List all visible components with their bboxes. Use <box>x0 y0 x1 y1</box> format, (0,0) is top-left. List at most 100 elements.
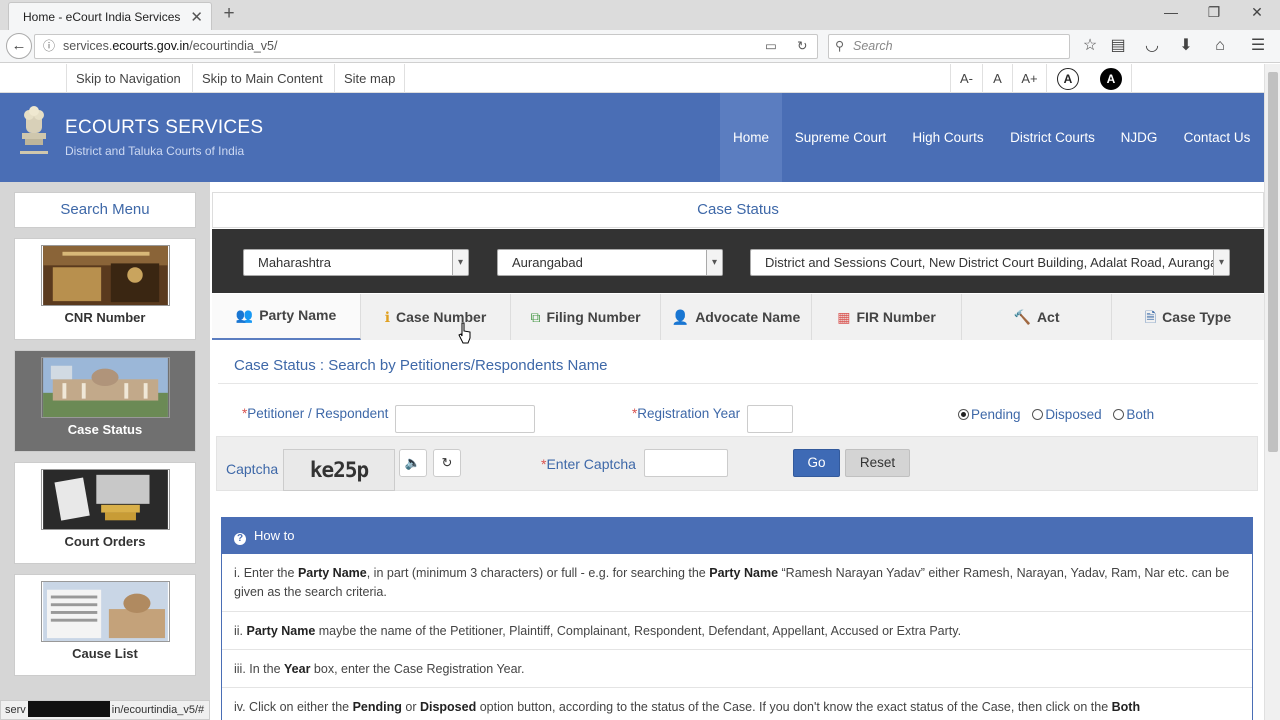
captcha-input[interactable] <box>644 449 728 477</box>
sidebar-item-cnr-number[interactable]: CNR Number <box>14 238 196 340</box>
step-text: maybe the name of the Petitioner, Plaint… <box>315 624 962 638</box>
sitemap-link[interactable]: Site map <box>334 64 406 93</box>
url-path: /ecourtindia_v5/ <box>189 39 278 53</box>
radio-disposed[interactable]: Disposed <box>1032 407 1102 422</box>
calendar-icon: ▦ <box>837 309 851 325</box>
state-select-value: Maharashtra <box>258 255 331 270</box>
how-to-header[interactable]: ? How to <box>222 518 1252 554</box>
status-overlay <box>27 701 110 717</box>
speaker-icon[interactable]: 🔈 <box>399 449 427 477</box>
case-status-image <box>41 357 170 418</box>
nav-njdg[interactable]: NJDG <box>1108 93 1170 182</box>
font-decrease-button[interactable]: A- <box>950 64 982 93</box>
tab-case-number[interactable]: ℹ Case Number <box>361 294 511 340</box>
document-icon: 🗎 <box>1144 309 1157 325</box>
minimize-icon[interactable]: — <box>1160 4 1182 24</box>
close-tab-icon[interactable]: ✕ <box>190 8 203 26</box>
step-emphasis: Year <box>284 662 311 676</box>
info-icon: ℹ <box>384 309 391 325</box>
registration-year-input[interactable] <box>747 405 793 433</box>
refresh-icon[interactable]: ↻ <box>433 449 461 477</box>
accessibility-bar: Skip to Navigation Skip to Main Content … <box>0 64 1264 93</box>
radio-button[interactable] <box>1113 409 1125 420</box>
district-select[interactable]: Aurangabad ▾ <box>497 249 723 276</box>
restore-icon[interactable]: ❐ <box>1203 4 1225 24</box>
radio-label: Pending <box>971 407 1021 422</box>
radio-button[interactable] <box>1032 409 1044 420</box>
court-complex-select[interactable]: District and Sessions Court, New Distric… <box>750 249 1230 276</box>
close-window-icon[interactable]: ✕ <box>1246 4 1268 24</box>
sidebar-item-label: Cause List <box>72 646 138 661</box>
browser-status-bar: serv in/ecourtindia_v5/# <box>0 700 210 720</box>
nav-district-courts[interactable]: District Courts <box>997 93 1108 182</box>
state-select[interactable]: Maharashtra ▾ <box>243 249 469 276</box>
info-icon[interactable]: ⓘ <box>43 35 55 58</box>
petitioner-input[interactable] <box>395 405 535 433</box>
divider <box>218 383 1258 384</box>
nav-high-courts[interactable]: High Courts <box>899 93 997 182</box>
home-icon[interactable]: ⌂ <box>1210 36 1230 56</box>
radio-pending[interactable]: Pending <box>958 407 1021 422</box>
high-contrast-button[interactable]: A <box>1100 68 1122 90</box>
skip-to-main-content-link[interactable]: Skip to Main Content <box>192 64 332 93</box>
sidebar-item-label: Court Orders <box>64 534 146 549</box>
skip-to-navigation-link[interactable]: Skip to Navigation <box>66 64 190 93</box>
how-to-step-3: iii. In the Year box, enter the Case Reg… <box>222 650 1252 688</box>
page-scrollbar[interactable] <box>1264 64 1280 720</box>
tab-label: Advocate Name <box>695 309 801 325</box>
tab-case-type[interactable]: 🗎 Case Type <box>1112 294 1264 340</box>
tab-filing-number[interactable]: ⧉ Filing Number <box>511 294 661 340</box>
tab-fir-number[interactable]: ▦ FIR Number <box>812 294 962 340</box>
back-arrow-icon[interactable]: ← <box>6 33 32 59</box>
nav-contact-us[interactable]: Contact Us <box>1170 93 1264 182</box>
chevron-down-icon: ▾ <box>706 250 722 275</box>
registration-year-label-text: Registration Year <box>637 406 741 421</box>
new-tab-button[interactable]: + <box>220 4 238 26</box>
reader-view-icon[interactable]: ▭ <box>765 35 777 58</box>
tab-act[interactable]: 🔨 Act <box>962 294 1112 340</box>
radio-both[interactable]: Both <box>1113 407 1154 422</box>
chevron-down-icon: ▾ <box>1213 250 1229 275</box>
reset-button[interactable]: Reset <box>845 449 910 477</box>
tab-label: FIR Number <box>856 309 936 325</box>
download-icon[interactable]: ⬇ <box>1176 36 1196 56</box>
reload-icon[interactable]: ↻ <box>797 35 807 58</box>
step-text: ii. <box>234 624 247 638</box>
search-subtitle: Case Status : Search by Petitioners/Resp… <box>234 357 608 374</box>
pocket-icon[interactable]: ◡ <box>1142 36 1162 56</box>
nav-home[interactable]: Home <box>720 93 782 182</box>
browser-search-box[interactable]: ⚲ Search <box>828 34 1070 59</box>
site-brand[interactable]: ECOURTS SERVICES <box>65 117 263 139</box>
browser-tab-title: Home - eCourt India Services <box>23 9 181 24</box>
district-select-value: Aurangabad <box>512 255 583 270</box>
tab-party-name[interactable]: 👥 Party Name <box>212 294 361 340</box>
step-emphasis: Pending <box>352 700 402 714</box>
main-content: Case Status Maharashtra ▾ Aurangabad ▾ D… <box>212 182 1264 720</box>
go-button[interactable]: Go <box>793 449 840 477</box>
font-normal-button[interactable]: A <box>982 64 1012 93</box>
normal-contrast-button[interactable]: A <box>1057 68 1079 90</box>
step-emphasis: Disposed <box>419 700 477 714</box>
user-icon: 👤 <box>671 309 690 325</box>
menu-icon[interactable]: ☰ <box>1248 36 1268 56</box>
font-increase-button[interactable]: A+ <box>1012 64 1046 93</box>
how-to-step-4: iv. Click on either the Pending or Dispo… <box>222 688 1252 720</box>
court-orders-image <box>41 469 170 530</box>
browser-nav-bar: ← ⓘ services.ecourts.gov.in/ecourtindia_… <box>0 30 1280 63</box>
step-emphasis: Party Name <box>709 566 779 580</box>
nav-supreme-court[interactable]: Supreme Court <box>782 93 899 182</box>
sidebar-item-case-status[interactable]: Case Status <box>14 350 196 452</box>
tab-label: Party Name <box>259 307 337 323</box>
bookmark-star-icon[interactable]: ☆ <box>1080 36 1100 56</box>
browser-tab[interactable]: Home - eCourt India Services ✕ <box>8 2 212 30</box>
radio-button[interactable] <box>958 409 969 420</box>
registration-year-label: *Registration Year <box>632 406 740 421</box>
address-bar[interactable]: ⓘ services.ecourts.gov.in/ecourtindia_v5… <box>34 34 818 59</box>
scrollbar-thumb[interactable] <box>1268 72 1278 452</box>
step-text: iv. Click on either the <box>234 700 353 714</box>
status-radio-group: Pending Disposed Both <box>958 407 1154 422</box>
sidebar-item-cause-list[interactable]: Cause List <box>14 574 196 676</box>
sidebar-item-court-orders[interactable]: Court Orders <box>14 462 196 564</box>
library-icon[interactable]: ▤ <box>1108 36 1128 56</box>
tab-advocate-name[interactable]: 👤 Advocate Name <box>661 294 812 340</box>
